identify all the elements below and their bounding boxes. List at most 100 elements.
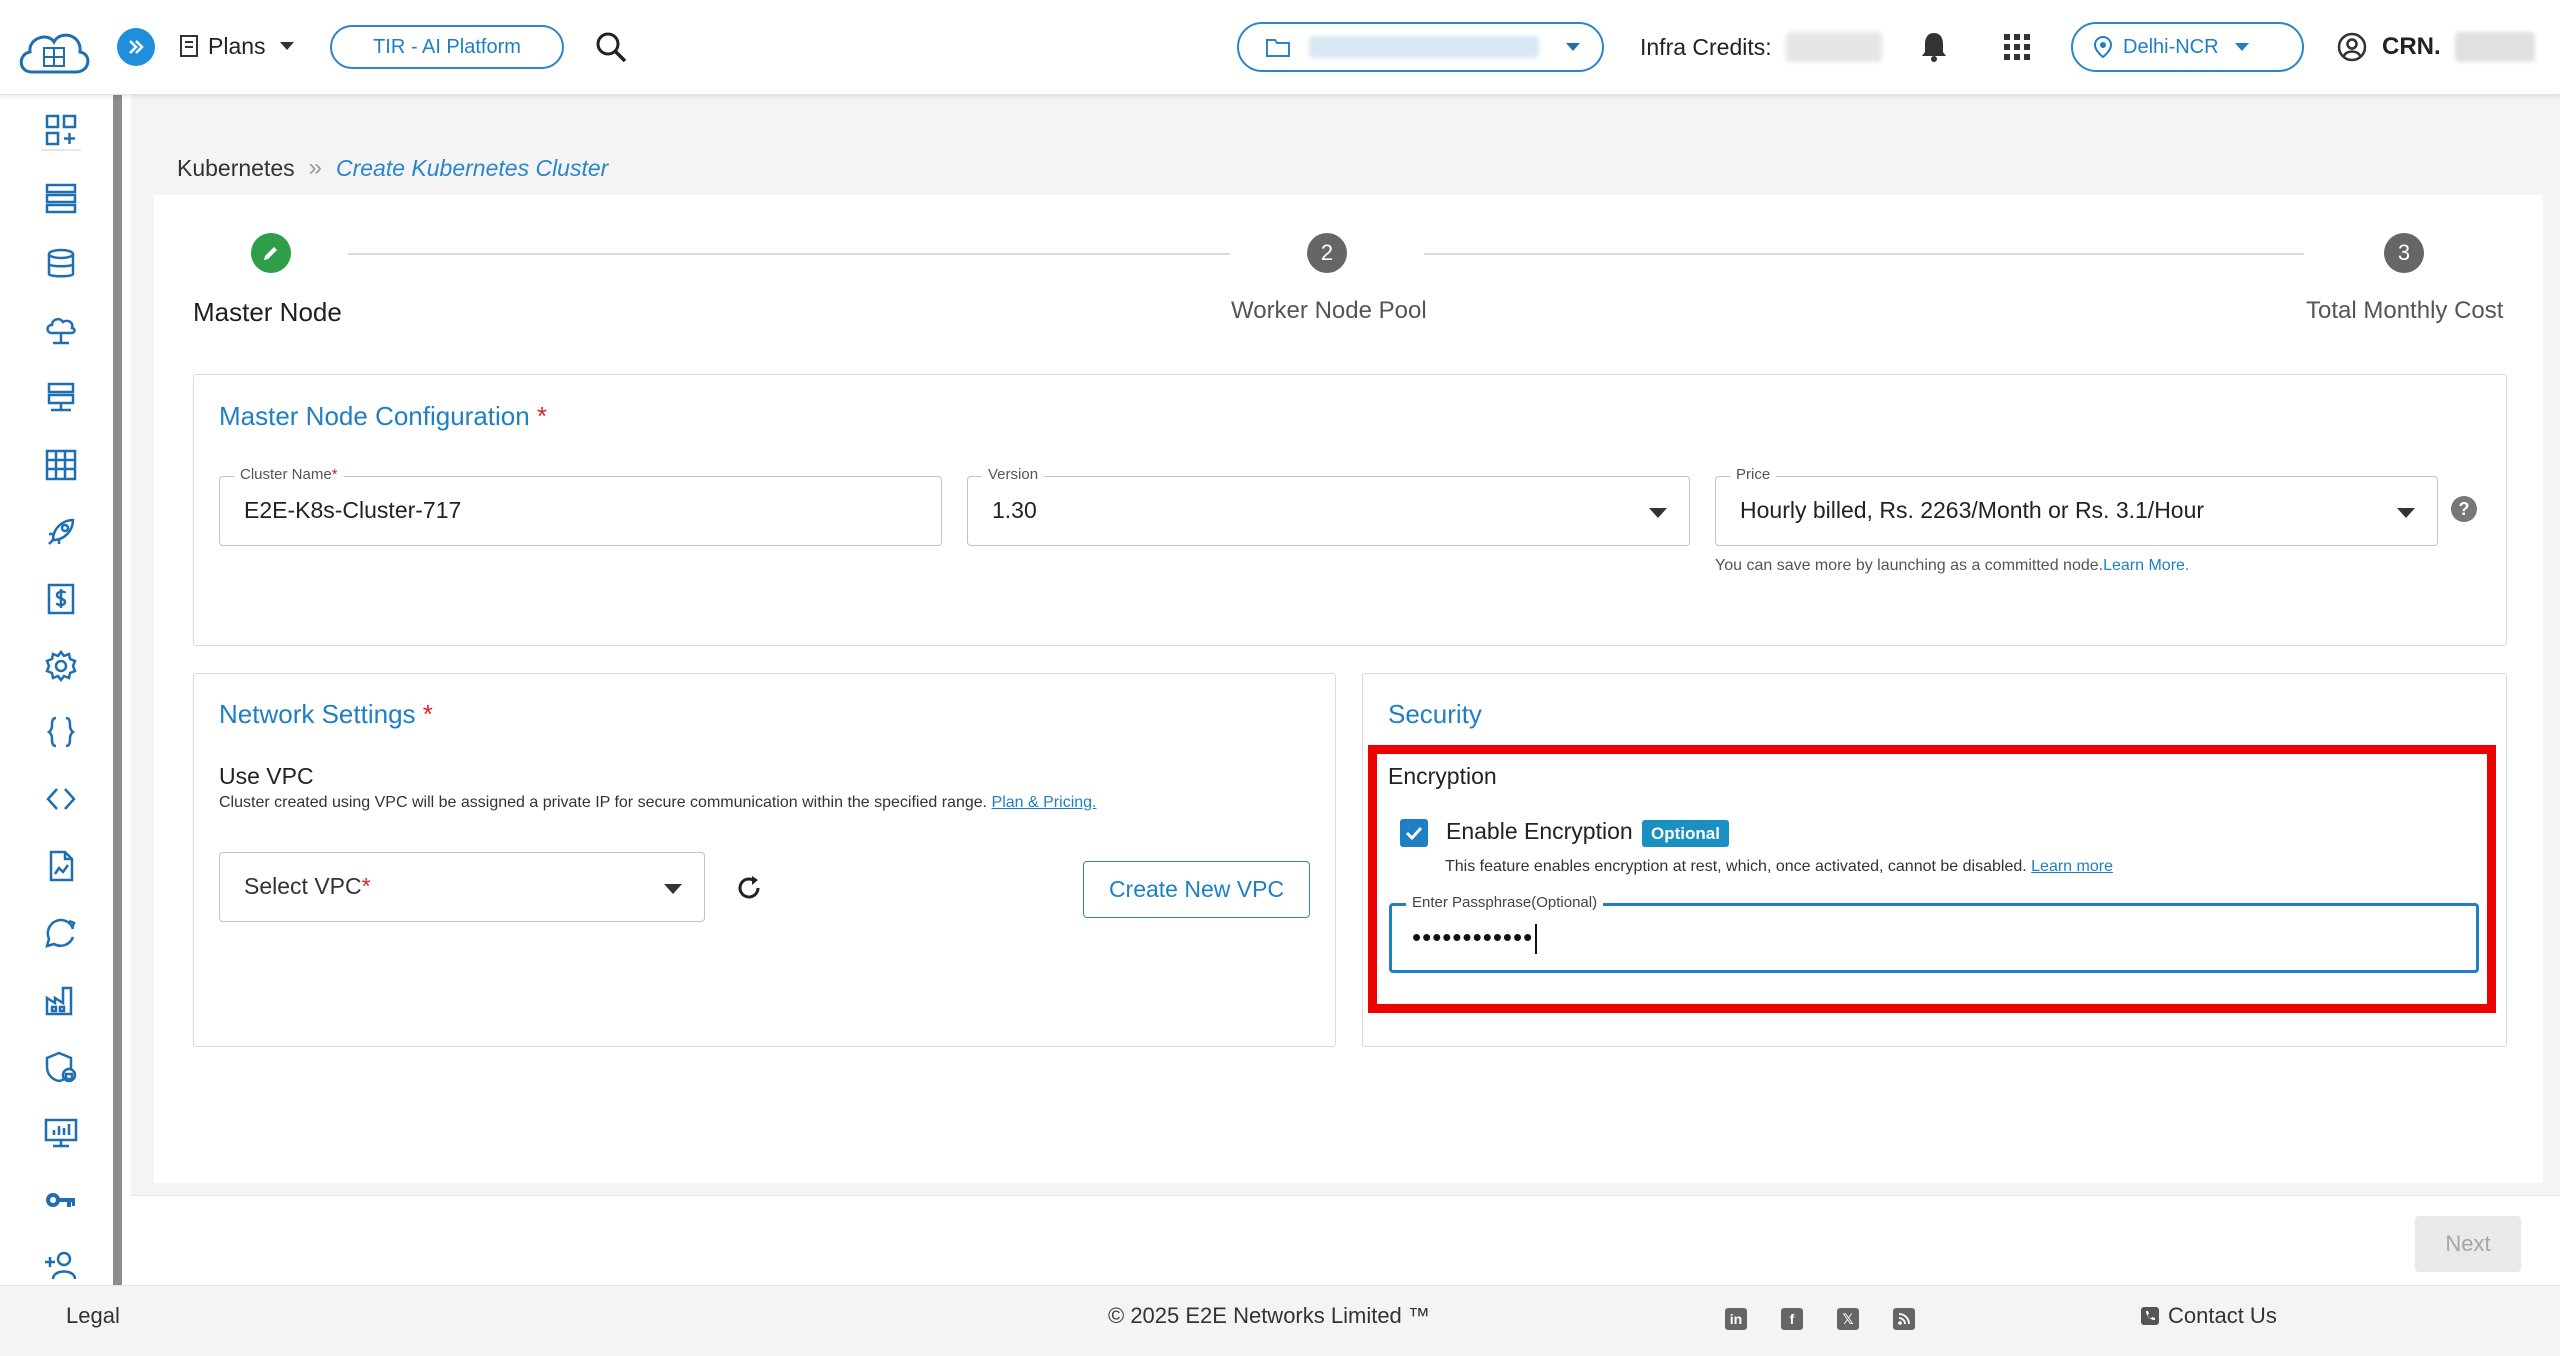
action-bar bbox=[131, 1195, 2560, 1285]
pencil-icon bbox=[264, 247, 277, 260]
plan-pricing-link[interactable]: Plan & Pricing. bbox=[992, 794, 1097, 811]
copyright-text: © 2025 E2E Networks Limited ™ bbox=[1108, 1303, 1430, 1328]
plans-menu[interactable]: Plans bbox=[178, 28, 294, 64]
caret-down-icon bbox=[1649, 508, 1667, 518]
step-1-label: Master Node bbox=[193, 297, 342, 327]
price-select[interactable]: Price Hourly billed, Rs. 2263/Month or R… bbox=[1715, 466, 2438, 546]
document-icon bbox=[180, 35, 198, 57]
database-icon[interactable] bbox=[41, 244, 81, 284]
footer: Legal © 2025 E2E Networks Limited ™ in f… bbox=[0, 1285, 2560, 1356]
user-crn-value-redacted bbox=[2454, 32, 2535, 62]
help-icon[interactable]: ? bbox=[2451, 496, 2477, 522]
enable-encryption-label[interactable]: Enable Encryption bbox=[1446, 818, 1633, 845]
user-crn-label: CRN. bbox=[2382, 33, 2441, 60]
version-label: Version bbox=[982, 466, 1045, 483]
enable-encryption-checkbox[interactable] bbox=[1400, 819, 1428, 847]
price-label: Price bbox=[1730, 466, 1777, 483]
infra-credits: Infra Credits: bbox=[1640, 30, 1882, 64]
rss-icon[interactable] bbox=[1893, 1308, 1915, 1330]
linkedin-icon[interactable]: in bbox=[1725, 1308, 1747, 1330]
billing-icon[interactable] bbox=[41, 579, 81, 619]
next-button[interactable]: Next bbox=[2415, 1216, 2521, 1272]
sidebar bbox=[0, 95, 122, 1285]
version-value: 1.30 bbox=[992, 497, 1037, 523]
expand-sidebar-button[interactable] bbox=[117, 28, 155, 66]
contact-us-link[interactable]: Contact Us bbox=[2140, 1303, 2277, 1329]
cluster-name-value: E2E-K8s-Cluster-717 bbox=[244, 497, 462, 523]
stepper-connector bbox=[348, 253, 1230, 255]
step-2-indicator[interactable]: 2 bbox=[1307, 233, 1347, 273]
price-value: Hourly billed, Rs. 2263/Month or Rs. 3.1… bbox=[1740, 497, 2205, 523]
dashboard-add-icon[interactable] bbox=[41, 111, 81, 151]
step-1-complete[interactable] bbox=[251, 233, 291, 273]
breadcrumb-separator: » bbox=[308, 154, 322, 181]
cloud-network-icon[interactable] bbox=[41, 311, 81, 351]
step-2-label: Worker Node Pool bbox=[1231, 297, 1427, 324]
shield-lock-icon[interactable] bbox=[41, 1047, 81, 1087]
encryption-heading: Encryption bbox=[1388, 763, 1497, 789]
refresh-icon[interactable] bbox=[733, 872, 765, 904]
curly-braces-icon[interactable] bbox=[41, 712, 81, 752]
create-new-vpc-button[interactable]: Create New VPC bbox=[1083, 861, 1310, 918]
monitor-chart-icon[interactable] bbox=[41, 1113, 81, 1153]
compute-nodes-icon[interactable] bbox=[41, 178, 81, 218]
region-label: Delhi-NCR bbox=[2123, 35, 2219, 58]
e2e-cloud-logo[interactable] bbox=[14, 22, 94, 80]
breadcrumb-parent[interactable]: Kubernetes bbox=[177, 155, 295, 182]
factory-icon[interactable] bbox=[41, 980, 81, 1020]
infra-credits-value-redacted bbox=[1785, 32, 1882, 62]
folder-icon bbox=[1266, 39, 1290, 57]
caret-down-icon bbox=[1566, 43, 1580, 51]
social-links: in f 𝕏 bbox=[1725, 1308, 1915, 1330]
caret-down-icon bbox=[664, 884, 682, 894]
add-user-icon[interactable] bbox=[41, 1245, 81, 1285]
chat-refresh-icon[interactable] bbox=[41, 913, 81, 953]
plans-label: Plans bbox=[208, 32, 266, 59]
vpc-description: Cluster created using VPC will be assign… bbox=[219, 794, 1097, 811]
network-settings-title: Network Settings * bbox=[219, 699, 433, 729]
key-icon[interactable] bbox=[41, 1180, 81, 1220]
search-icon[interactable] bbox=[592, 28, 630, 66]
rocket-icon[interactable] bbox=[41, 512, 81, 552]
top-header: Plans TIR - AI Platform Infra Credits: D… bbox=[0, 0, 2560, 95]
user-circle-icon bbox=[2337, 32, 2367, 62]
user-menu[interactable]: CRN. bbox=[2336, 28, 2535, 66]
server-network-icon[interactable] bbox=[41, 378, 81, 418]
legal-link[interactable]: Legal bbox=[66, 1303, 120, 1329]
master-config-title: Master Node Configuration * bbox=[219, 401, 548, 431]
passphrase-input[interactable]: Enter Passphrase(Optional) •••••••••••• bbox=[1389, 894, 2479, 973]
location-pin-icon bbox=[2093, 35, 2113, 59]
caret-down-icon bbox=[279, 42, 294, 50]
caret-down-icon bbox=[2397, 508, 2415, 518]
facebook-icon[interactable]: f bbox=[1781, 1308, 1803, 1330]
file-chart-icon[interactable] bbox=[41, 846, 81, 886]
passphrase-label: Enter Passphrase(Optional) bbox=[1406, 894, 1604, 911]
apps-grid-icon[interactable] bbox=[1998, 28, 2036, 66]
learn-more-link[interactable]: Learn More. bbox=[2103, 557, 2189, 574]
encryption-learn-more-link[interactable]: Learn more bbox=[2031, 858, 2113, 875]
region-select[interactable]: Delhi-NCR bbox=[2071, 22, 2304, 72]
table-grid-icon[interactable] bbox=[41, 445, 81, 485]
cluster-name-label: Cluster Name* bbox=[234, 466, 344, 483]
infra-credits-label: Infra Credits: bbox=[1640, 33, 1772, 60]
code-icon[interactable] bbox=[41, 779, 81, 819]
security-title: Security bbox=[1388, 699, 1482, 729]
select-vpc-placeholder: Select VPC* bbox=[244, 873, 371, 899]
x-twitter-icon[interactable]: 𝕏 bbox=[1837, 1308, 1859, 1330]
step-3-label: Total Monthly Cost bbox=[2306, 297, 2504, 324]
stepper-connector bbox=[1424, 253, 2304, 255]
settings-gear-icon[interactable] bbox=[41, 646, 81, 686]
breadcrumb-current: Create Kubernetes Cluster bbox=[336, 154, 609, 181]
tir-ai-platform-button[interactable]: TIR - AI Platform bbox=[330, 25, 564, 69]
cluster-name-field[interactable]: Cluster Name* E2E-K8s-Cluster-717 bbox=[219, 466, 942, 546]
version-select[interactable]: Version 1.30 bbox=[967, 466, 1690, 546]
phone-icon bbox=[2141, 1307, 2159, 1325]
passphrase-value: •••••••••••• bbox=[1412, 922, 1538, 955]
breadcrumb: Kubernetes » Create Kubernetes Cluster bbox=[177, 154, 608, 182]
step-3-indicator[interactable]: 3 bbox=[2384, 233, 2424, 273]
checkmark-icon bbox=[1405, 826, 1423, 841]
select-vpc-dropdown[interactable]: Select VPC* bbox=[219, 852, 705, 922]
project-select[interactable] bbox=[1237, 22, 1604, 72]
price-hint: You can save more by launching as a comm… bbox=[1715, 557, 2190, 574]
bell-icon[interactable] bbox=[1915, 28, 1953, 66]
